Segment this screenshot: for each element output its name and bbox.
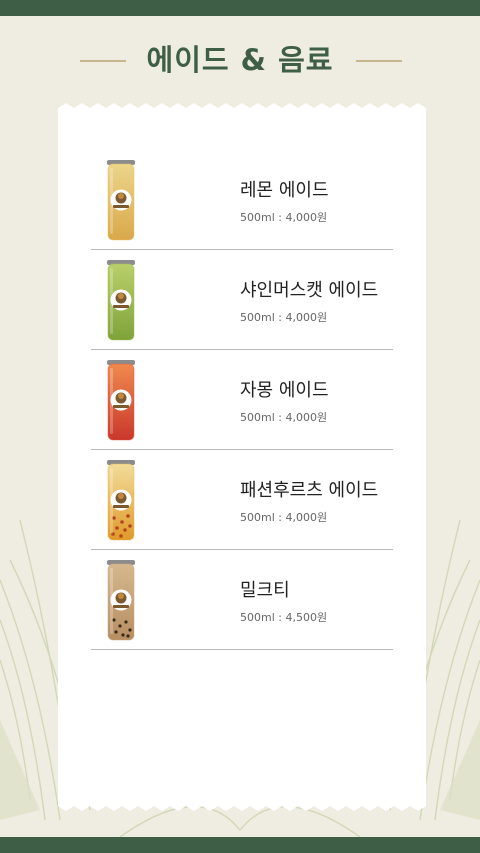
bottom-bar: [0, 837, 480, 853]
shine-muscat-ade-can-icon: [105, 260, 137, 342]
menu-item-name: 패션후르츠 에이드: [240, 480, 379, 501]
menu-item[interactable]: 패션후르츠 에이드 500ml : 4,000원: [91, 450, 393, 550]
menu-item-name: 레몬 에이드: [240, 180, 329, 201]
menu-item[interactable]: 자몽 에이드 500ml : 4,000원: [91, 350, 393, 450]
menu-item-detail: 500ml : 4,000원: [240, 211, 328, 224]
page-title: 에이드 & 음료: [146, 43, 334, 77]
menu-item[interactable]: 샤인머스캣 에이드 500ml : 4,000원: [91, 250, 393, 350]
lemon-ade-can-icon: [105, 160, 137, 242]
header: 에이드 & 음료: [0, 36, 480, 86]
menu-item-name: 밀크티: [240, 580, 290, 601]
menu-item-detail: 500ml : 4,000원: [240, 511, 328, 524]
passionfruit-ade-can-icon: [105, 460, 137, 542]
menu-item[interactable]: 밀크티 500ml : 4,500원: [91, 550, 393, 650]
menu-item-detail: 500ml : 4,000원: [240, 411, 328, 424]
menu-item-name: 자몽 에이드: [240, 380, 329, 401]
milk-tea-can-icon: [105, 560, 137, 642]
menu-item-name: 샤인머스캣 에이드: [240, 280, 379, 301]
menu-list: 레몬 에이드 500ml : 4,000원 샤인머스캣 에이드 500ml : …: [91, 150, 393, 650]
menu-item-detail: 500ml : 4,500원: [240, 611, 328, 624]
grapefruit-ade-can-icon: [105, 360, 137, 442]
header-rule-right: [356, 60, 402, 62]
top-bar: [0, 0, 480, 16]
menu-item[interactable]: 레몬 에이드 500ml : 4,000원: [91, 150, 393, 250]
menu-item-detail: 500ml : 4,000원: [240, 311, 328, 324]
